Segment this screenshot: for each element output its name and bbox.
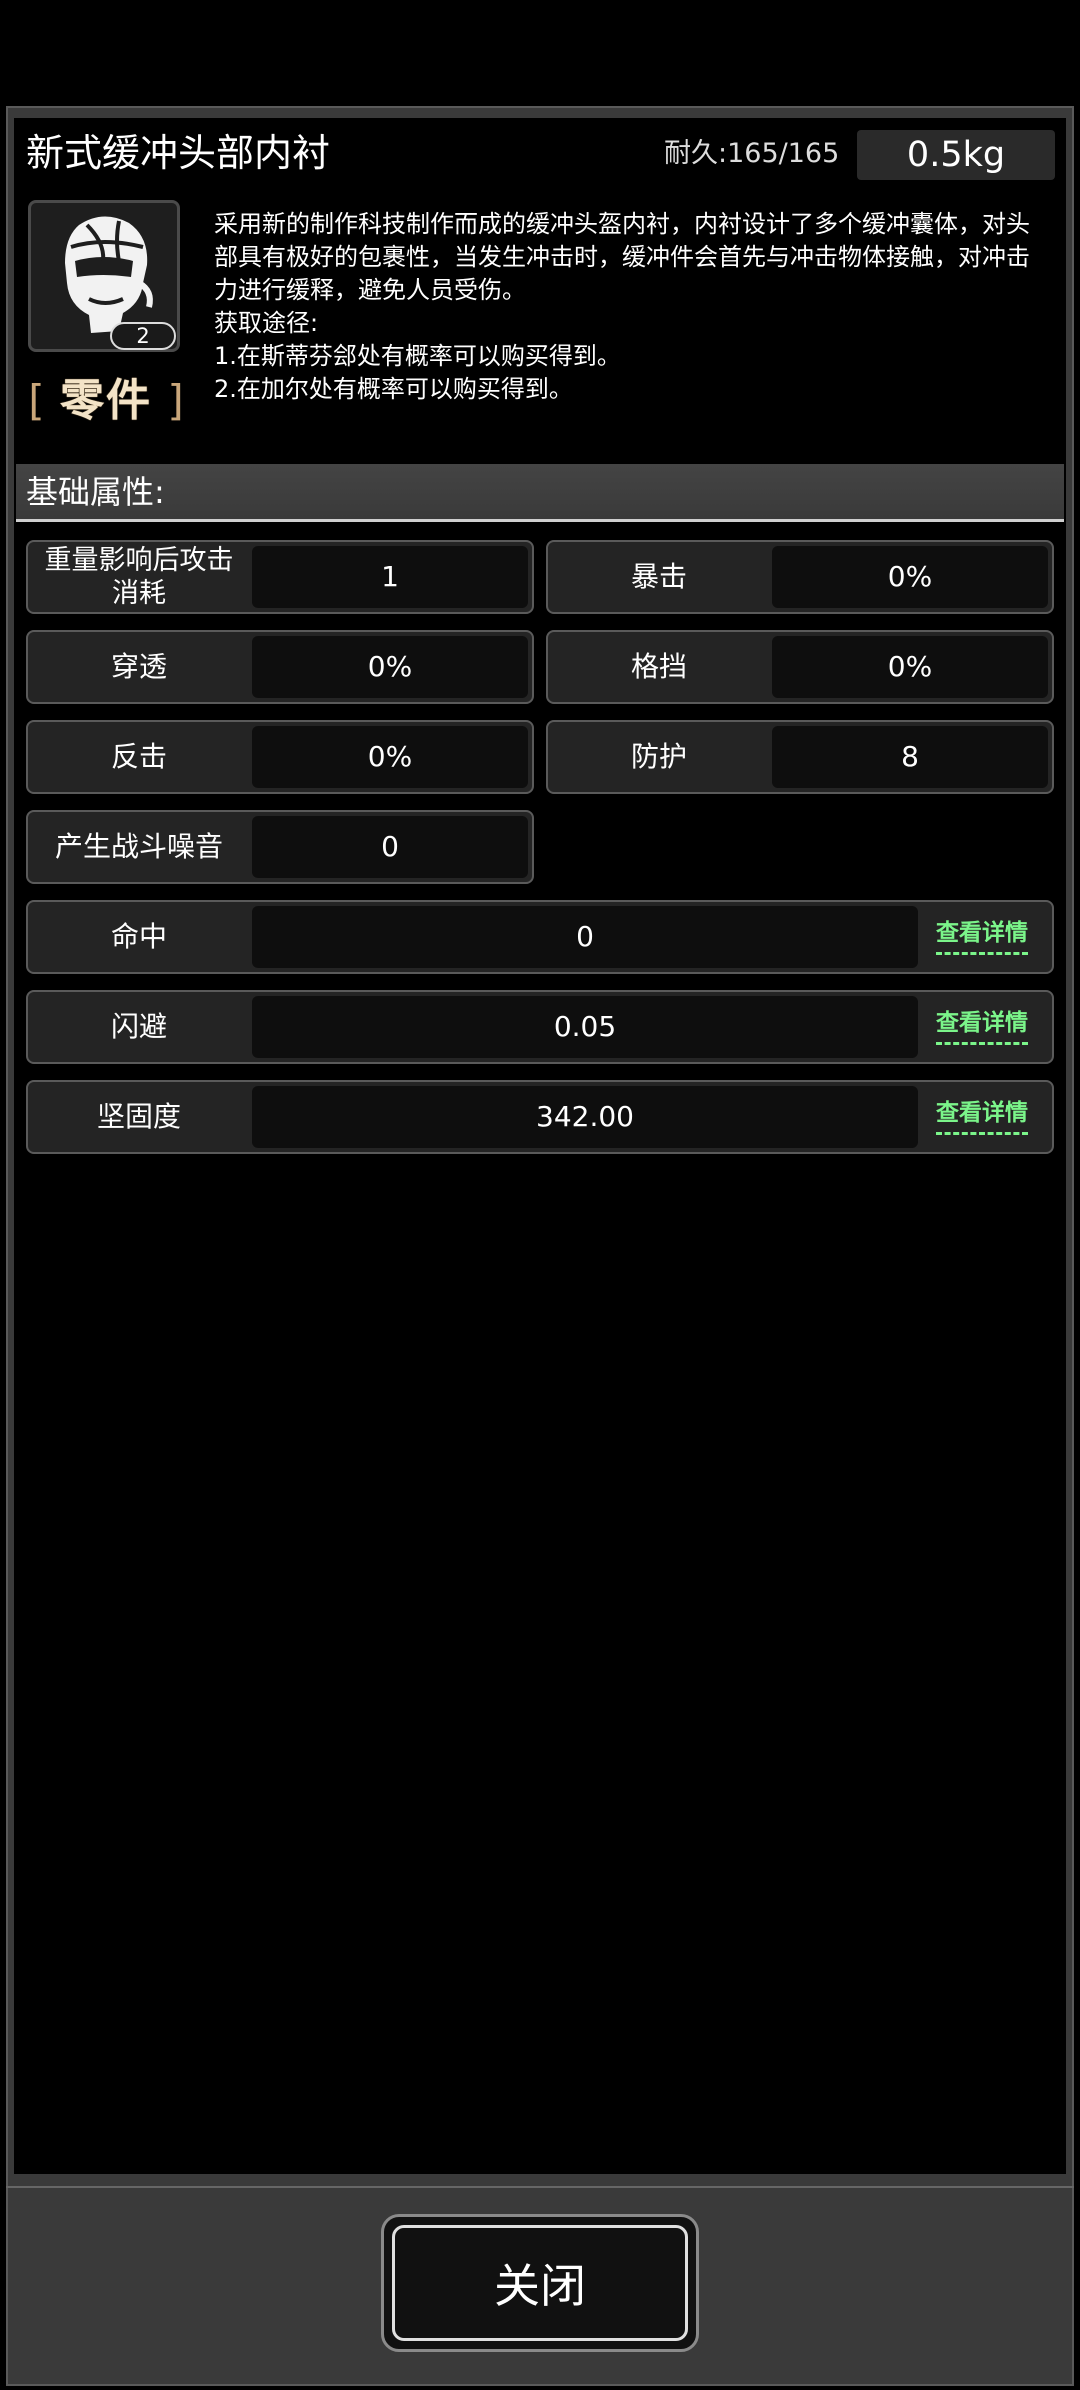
- acquisition-item: 2.在加尔处有概率可以购买得到。: [214, 375, 573, 403]
- close-button-label: 关闭: [392, 2225, 688, 2341]
- attr-value: 0: [252, 906, 918, 968]
- attr-value: 0%: [772, 546, 1048, 608]
- attr-weight-attack-cost: 重量影响后攻击消耗 1: [26, 540, 534, 614]
- attr-protection: 防护 8: [546, 720, 1054, 794]
- attr-label: 重量影响后攻击消耗: [44, 545, 234, 609]
- attr-value: 1: [252, 546, 528, 608]
- view-details-link-sturdiness[interactable]: 查看详情: [936, 1096, 1028, 1135]
- attr-value: 0: [252, 816, 528, 878]
- item-count-badge: 2: [110, 322, 176, 350]
- acquisition-item: 1.在斯蒂芬郐处有概率可以购买得到。: [214, 342, 621, 370]
- attr-label: 防护: [630, 740, 687, 773]
- acquisition-title: 获取途径:: [214, 309, 319, 337]
- item-name: 新式缓冲头部内衬: [26, 131, 331, 175]
- attr-dodge: 闪避 0.05 查看详情: [26, 990, 1054, 1064]
- category-bracket-right: ]: [167, 376, 184, 425]
- attr-combat-noise: 产生战斗噪音 0: [26, 810, 534, 884]
- attr-block: 格挡 0%: [546, 630, 1054, 704]
- attr-value: 0.05: [252, 996, 918, 1058]
- item-category-label: [ 零件 ]: [24, 374, 188, 428]
- description-text: 采用新的制作科技制作而成的缓冲头盔内衬，内衬设计了多个缓冲囊体，对头部具有极好的…: [214, 210, 1030, 304]
- attr-hit: 命中 0 查看详情: [26, 900, 1054, 974]
- attr-penetration: 穿透 0%: [26, 630, 534, 704]
- attr-label: 命中: [110, 920, 167, 953]
- attr-sturdiness: 坚固度 342.00 查看详情: [26, 1080, 1054, 1154]
- attr-value: 0%: [252, 726, 528, 788]
- category-text: 零件: [60, 375, 152, 426]
- attr-label: 坚固度: [96, 1100, 181, 1133]
- view-details-link-dodge[interactable]: 查看详情: [936, 1006, 1028, 1045]
- attr-label: 格挡: [630, 650, 687, 683]
- attr-crit: 暴击 0%: [546, 540, 1054, 614]
- view-details-link-hit[interactable]: 查看详情: [936, 916, 1028, 955]
- section-title: 基础属性:: [26, 473, 165, 511]
- attr-label: 暴击: [630, 560, 687, 593]
- attr-value: 0%: [252, 636, 528, 698]
- close-button[interactable]: 关闭: [381, 2214, 699, 2352]
- attr-value: 342.00: [252, 1086, 918, 1148]
- section-header: [16, 464, 1064, 522]
- item-description: 采用新的制作科技制作而成的缓冲头盔内衬，内衬设计了多个缓冲囊体，对头部具有极好的…: [200, 196, 1060, 436]
- attr-label: 闪避: [110, 1010, 167, 1043]
- footer-divider: [6, 2186, 1074, 2188]
- attr-label: 产生战斗噪音: [54, 830, 223, 863]
- weight-box: 0.5kg: [857, 130, 1055, 180]
- attr-value: 0%: [772, 636, 1048, 698]
- attr-label: 穿透: [110, 650, 167, 683]
- attr-counter: 反击 0%: [26, 720, 534, 794]
- durability-text: 耐久:165/165: [664, 138, 840, 169]
- category-bracket-left: [: [28, 376, 45, 425]
- attr-value: 8: [772, 726, 1048, 788]
- attr-label: 反击: [110, 740, 167, 773]
